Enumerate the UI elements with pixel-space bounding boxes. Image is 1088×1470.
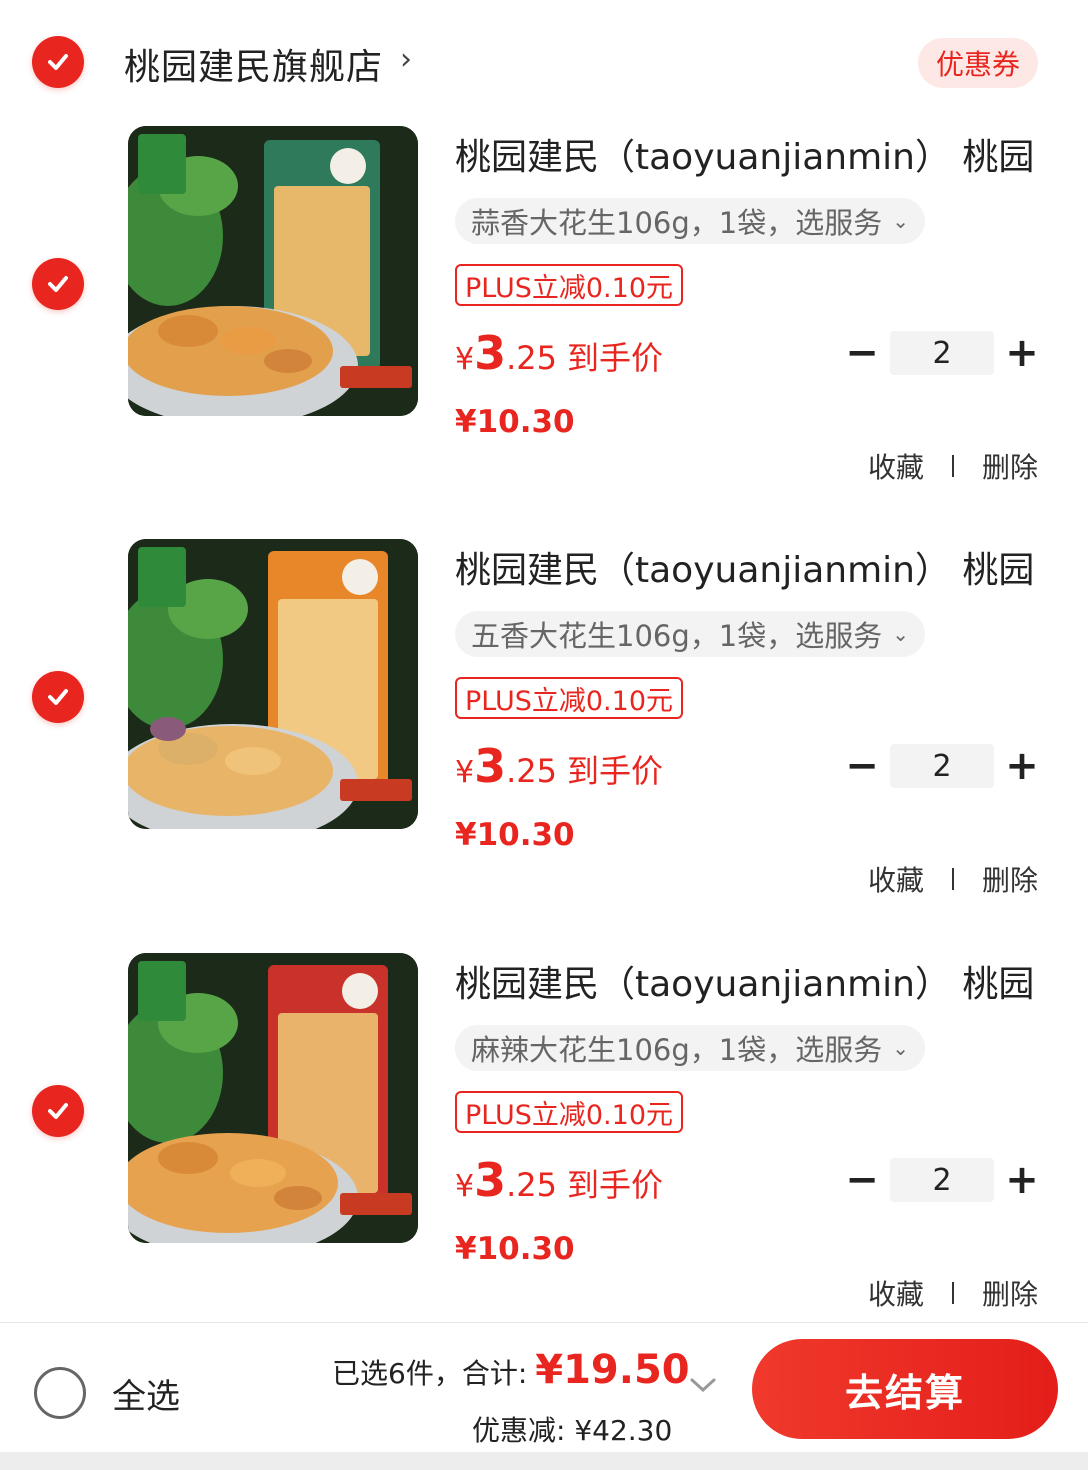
variant-label: 蒜香大花生106g，1袋，选服务 xyxy=(471,206,883,240)
store-header: 桃园建民旗舰店 › 优惠券 xyxy=(0,20,1088,104)
price-integer: 3 xyxy=(474,326,507,380)
price-currency: ¥ xyxy=(455,342,475,377)
variant-label: 麻辣大花生106g，1袋，选服务 xyxy=(471,1033,883,1067)
select-all-checkbox[interactable] xyxy=(34,1367,86,1419)
item-checkbox[interactable] xyxy=(32,1085,84,1137)
select-all-label[interactable]: 全选 xyxy=(112,1369,180,1418)
variant-label: 五香大花生106g，1袋，选服务 xyxy=(471,619,883,653)
peanut-package-image xyxy=(128,539,418,829)
item-checkbox[interactable] xyxy=(32,258,84,310)
decrement-button[interactable]: − xyxy=(840,1157,884,1203)
price-decimal: .25 xyxy=(506,339,557,377)
product-title[interactable]: 桃园建民（taoyuanjianmin） 桃园 xyxy=(455,955,1055,1007)
variant-selector[interactable]: 五香大花生106g，1袋，选服务 ⌄ xyxy=(455,611,925,657)
final-price: ¥3.25 到手价 xyxy=(455,1153,663,1207)
collect-button[interactable]: 收藏 xyxy=(868,1273,924,1313)
quantity-input[interactable]: 2 xyxy=(890,331,994,375)
increment-button[interactable]: + xyxy=(1000,1157,1044,1203)
quantity-input[interactable]: 2 xyxy=(890,1158,994,1202)
divider xyxy=(951,1282,954,1304)
plus-discount-badge: PLUS立减0.10元 xyxy=(455,264,683,306)
chevron-down-icon[interactable] xyxy=(688,1375,718,1395)
decrement-button[interactable]: − xyxy=(840,330,884,376)
product-image[interactable] xyxy=(128,126,418,416)
item-actions: 收藏 删除 xyxy=(868,446,1038,486)
delete-button[interactable]: 删除 xyxy=(982,859,1038,899)
price-decimal: .25 xyxy=(506,1166,557,1204)
original-price: ¥10.30 xyxy=(455,404,575,440)
checkout-bar: 全选 已选6件，合计: ¥19.50 优惠减: ¥42.30 去结算 xyxy=(0,1322,1088,1470)
delete-button[interactable]: 删除 xyxy=(982,1273,1038,1313)
decrement-button[interactable]: − xyxy=(840,743,884,789)
checkout-button[interactable]: 去结算 xyxy=(752,1339,1058,1439)
price-integer: 3 xyxy=(474,739,507,793)
price-decimal: .25 xyxy=(506,752,557,790)
item-actions: 收藏 删除 xyxy=(868,1273,1038,1313)
increment-button[interactable]: + xyxy=(1000,743,1044,789)
check-icon xyxy=(48,54,68,70)
final-price: ¥3.25 到手价 xyxy=(455,326,663,380)
collect-button[interactable]: 收藏 xyxy=(868,859,924,899)
check-icon xyxy=(48,276,68,292)
variant-selector[interactable]: 麻辣大花生106g，1袋，选服务 ⌄ xyxy=(455,1025,925,1071)
increment-button[interactable]: + xyxy=(1000,330,1044,376)
divider xyxy=(951,868,954,890)
selected-count: 已选6件，合计: xyxy=(332,1357,528,1390)
check-icon xyxy=(48,1103,68,1119)
collect-button[interactable]: 收藏 xyxy=(868,446,924,486)
chevron-right-icon[interactable]: › xyxy=(400,42,412,77)
quantity-stepper: − 2 + xyxy=(840,743,1044,789)
quantity-input[interactable]: 2 xyxy=(890,744,994,788)
peanut-package-image xyxy=(128,953,418,1243)
store-checkbox[interactable] xyxy=(32,36,84,88)
store-name[interactable]: 桃园建民旗舰店 xyxy=(124,38,383,90)
product-image[interactable] xyxy=(128,953,418,1243)
price-currency: ¥ xyxy=(455,755,475,790)
cart-item: 桃园建民（taoyuanjianmin） 桃园 五香大花生106g，1袋，选服务… xyxy=(0,539,1088,952)
product-title[interactable]: 桃园建民（taoyuanjianmin） 桃园 xyxy=(455,128,1055,180)
product-image[interactable] xyxy=(128,539,418,829)
order-summary: 已选6件，合计: ¥19.50 xyxy=(332,1347,690,1393)
check-icon xyxy=(48,689,68,705)
product-title[interactable]: 桃园建民（taoyuanjianmin） 桃园 xyxy=(455,541,1055,593)
discount-summary: 优惠减: ¥42.30 xyxy=(472,1414,673,1447)
item-actions: 收藏 删除 xyxy=(868,859,1038,899)
chevron-down-icon: ⌄ xyxy=(892,1036,909,1060)
coupon-button[interactable]: 优惠券 xyxy=(917,38,1038,88)
total-price: ¥19.50 xyxy=(535,1347,690,1393)
original-price: ¥10.30 xyxy=(455,817,575,853)
quantity-stepper: − 2 + xyxy=(840,330,1044,376)
chevron-down-icon: ⌄ xyxy=(892,209,909,233)
next-store-peek xyxy=(0,1452,1088,1470)
quantity-stepper: − 2 + xyxy=(840,1157,1044,1203)
delete-button[interactable]: 删除 xyxy=(982,446,1038,486)
price-label: 到手价 xyxy=(567,1166,664,1204)
plus-discount-badge: PLUS立减0.10元 xyxy=(455,677,683,719)
item-checkbox[interactable] xyxy=(32,671,84,723)
final-price: ¥3.25 到手价 xyxy=(455,739,663,793)
peanut-package-image xyxy=(128,126,418,416)
chevron-down-icon: ⌄ xyxy=(892,622,909,646)
cart-item: 桃园建民（taoyuanjianmin） 桃园 蒜香大花生106g，1袋，选服务… xyxy=(0,126,1088,539)
divider xyxy=(951,455,954,477)
price-currency: ¥ xyxy=(455,1169,475,1204)
cart-item: 桃园建民（taoyuanjianmin） 桃园 麻辣大花生106g，1袋，选服务… xyxy=(0,953,1088,1366)
original-price: ¥10.30 xyxy=(455,1231,575,1267)
price-integer: 3 xyxy=(474,1153,507,1207)
price-label: 到手价 xyxy=(567,339,664,377)
price-label: 到手价 xyxy=(567,752,664,790)
variant-selector[interactable]: 蒜香大花生106g，1袋，选服务 ⌄ xyxy=(455,198,925,244)
plus-discount-badge: PLUS立减0.10元 xyxy=(455,1091,683,1133)
